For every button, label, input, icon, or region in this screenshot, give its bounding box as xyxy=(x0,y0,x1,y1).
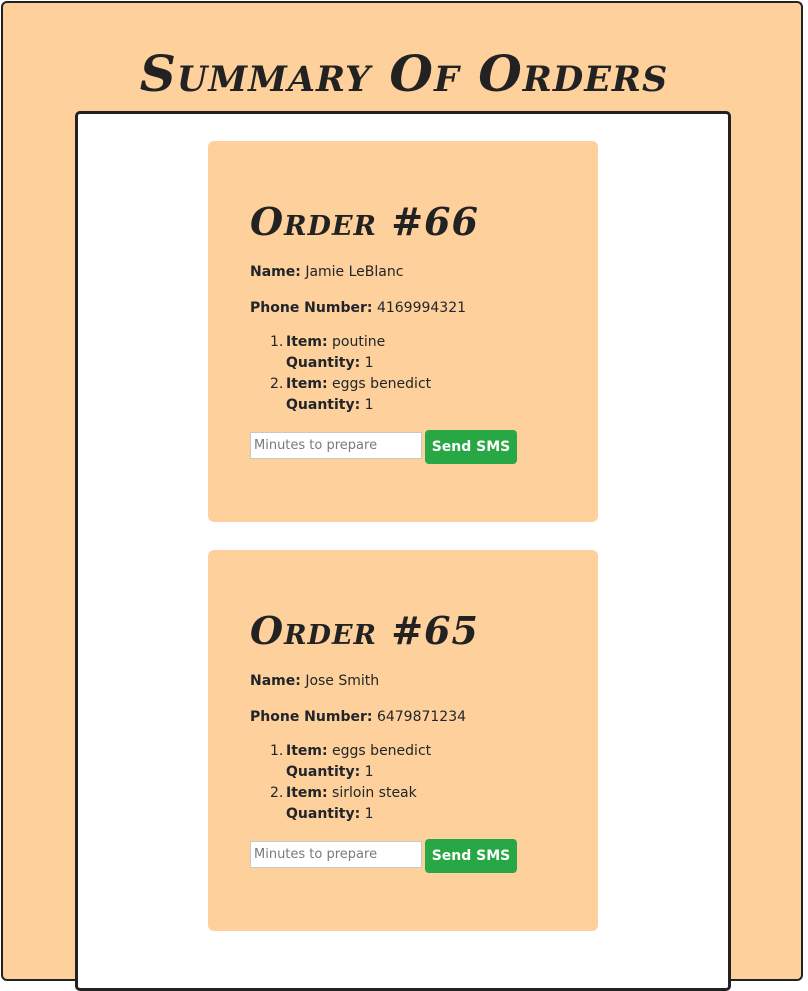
name-value: Jose Smith xyxy=(305,673,380,689)
item-number: 2. xyxy=(270,785,284,801)
item-label: Item: xyxy=(286,334,328,350)
page-title: Summary Of Orders xyxy=(139,44,669,103)
customer-phone: Phone Number: 6479871234 xyxy=(250,707,466,727)
quantity-value: 1 xyxy=(364,397,374,413)
quantity-value: 1 xyxy=(364,764,374,780)
phone-value: 4169994321 xyxy=(376,300,467,316)
phone-label: Phone Number: xyxy=(250,709,373,725)
quantity-label: Quantity: xyxy=(286,764,361,780)
item-label: Item: xyxy=(286,376,328,392)
name-label: Name: xyxy=(250,673,301,689)
item-number: 2. xyxy=(270,376,284,392)
name-label: Name: xyxy=(250,264,301,280)
list-item: 2. Item: sirloin steak Quantity: 1 xyxy=(250,783,431,825)
send-sms-button[interactable]: Send SMS xyxy=(425,839,517,873)
quantity-label: Quantity: xyxy=(286,355,361,371)
list-item: 1. Item: eggs benedict Quantity: 1 xyxy=(250,741,431,783)
customer-phone: Phone Number: 4169994321 xyxy=(250,298,466,318)
minutes-input[interactable] xyxy=(250,432,422,459)
quantity-label: Quantity: xyxy=(286,397,361,413)
item-value: poutine xyxy=(332,334,386,350)
list-item: 2. Item: eggs benedict Quantity: 1 xyxy=(250,374,431,416)
customer-name: Name: Jose Smith xyxy=(250,671,379,691)
item-number: 1. xyxy=(270,743,284,759)
order-title: Order #65 xyxy=(250,608,479,653)
order-items-list: 1. Item: eggs benedict Quantity: 1 2. It… xyxy=(250,741,431,825)
order-items-list: 1. Item: poutine Quantity: 1 2. Item: eg… xyxy=(250,332,431,416)
item-label: Item: xyxy=(286,785,328,801)
order-card: Order #65 Name: Jose Smith Phone Number:… xyxy=(208,550,598,931)
item-value: eggs benedict xyxy=(332,743,432,759)
quantity-value: 1 xyxy=(364,806,374,822)
item-value: sirloin steak xyxy=(332,785,417,801)
order-card: Order #66 Name: Jamie LeBlanc Phone Numb… xyxy=(208,141,598,522)
order-title: Order #66 xyxy=(250,199,479,244)
minutes-input[interactable] xyxy=(250,841,422,868)
phone-label: Phone Number: xyxy=(250,300,373,316)
item-label: Item: xyxy=(286,743,328,759)
send-sms-button[interactable]: Send SMS xyxy=(425,430,517,464)
customer-name: Name: Jamie LeBlanc xyxy=(250,262,403,282)
quantity-value: 1 xyxy=(364,355,374,371)
item-number: 1. xyxy=(270,334,284,350)
item-value: eggs benedict xyxy=(332,376,432,392)
phone-value: 6479871234 xyxy=(376,709,467,725)
quantity-label: Quantity: xyxy=(286,806,361,822)
name-value: Jamie LeBlanc xyxy=(305,264,404,280)
list-item: 1. Item: poutine Quantity: 1 xyxy=(250,332,431,374)
